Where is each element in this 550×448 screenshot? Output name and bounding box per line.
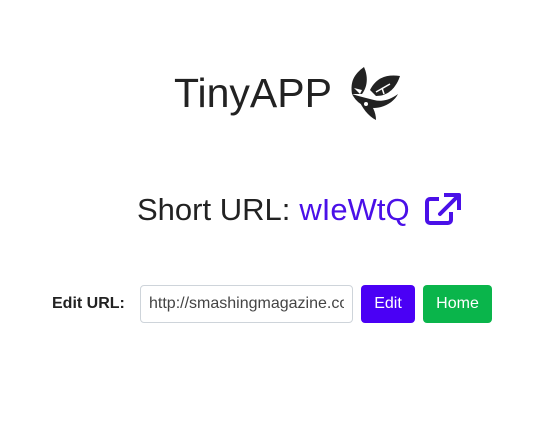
home-button[interactable]: Home	[423, 285, 492, 323]
app-title: TinyAPP	[174, 69, 332, 116]
edit-url-label: Edit URL:	[52, 295, 125, 312]
edit-button[interactable]: Edit	[361, 285, 415, 323]
short-url-label: Short URL:	[137, 191, 291, 227]
leaf-fox-logo-icon	[346, 64, 404, 122]
edit-url-form: Edit URL: Edit Home	[52, 285, 492, 323]
long-url-input[interactable]	[140, 285, 353, 323]
external-link-icon[interactable]	[424, 192, 462, 226]
short-url-line: Short URL: wIeWtQ	[137, 192, 462, 226]
brand-header: TinyAPP	[174, 64, 404, 122]
short-url-link[interactable]: wIeWtQ	[299, 194, 409, 225]
